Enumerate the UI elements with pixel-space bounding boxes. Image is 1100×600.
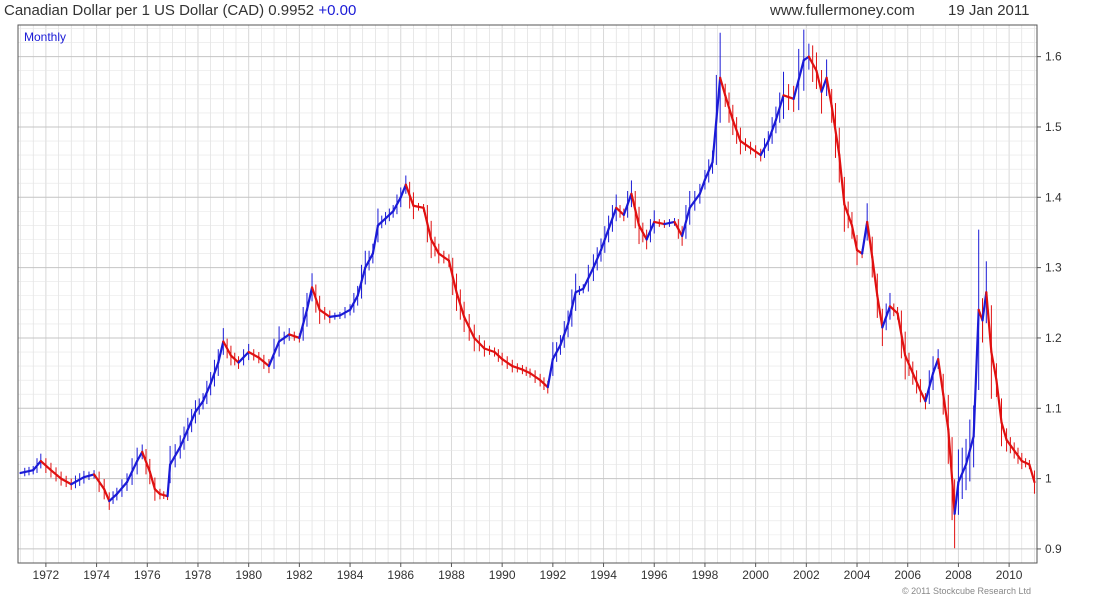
x-tick-label: 1976 [134,568,161,582]
y-tick-label: 1.1 [1045,401,1062,415]
y-tick-label: 1.5 [1045,120,1062,134]
series-segment [399,183,407,199]
y-tick-label: 0.9 [1045,542,1062,556]
x-tick-label: 1972 [33,568,60,582]
y-axis: 1.6 1.5 1.4 1.3 1.2 1.1 1 0.9 [1037,50,1062,556]
x-tick-label: 2006 [894,568,921,582]
x-tick-label: 2010 [996,568,1023,582]
y-tick-label: 1.2 [1045,331,1062,345]
x-tick-label: 1996 [641,568,668,582]
series-segment [953,481,960,515]
series-segment [850,224,859,252]
copyright-notice: © 2011 Stockcube Research Ltd [902,586,1032,596]
series-segment [305,286,314,311]
x-tick-label: 1990 [489,568,516,582]
x-tick-label: 2002 [793,568,820,582]
x-tick-label: 1980 [235,568,262,582]
series-segment [947,428,954,480]
price-chart: Monthly 1972 1974 1976 1978 1980 1982 1984 1986… [17,24,1062,582]
series-segment [876,294,884,329]
y-tick-label: 1 [1045,472,1052,486]
x-tick-label: 1998 [692,568,719,582]
series-segment [136,450,144,463]
series-segment [995,379,1003,424]
x-tick-label: 1982 [286,568,313,582]
series-segment [19,469,35,475]
series-segment [871,255,879,297]
x-tick-label: 1986 [387,568,414,582]
x-tick-label: 2000 [742,568,769,582]
series-segment [1028,463,1036,484]
grid [18,25,1037,564]
y-tick-label: 1.3 [1045,261,1062,275]
x-tick-label: 1984 [337,568,364,582]
series-segment [937,357,945,396]
series-segment [148,470,156,491]
series-segment [719,76,727,97]
y-tick-label: 1.4 [1045,190,1062,204]
series-segment [698,178,707,195]
series-segment [103,488,111,503]
x-tick-label: 1988 [438,568,465,582]
x-tick-label: 2008 [945,568,972,582]
series-segment [919,389,927,403]
period-label: Monthly [24,30,66,44]
series-segment [860,220,869,255]
x-axis: 1972 1974 1976 1978 1980 1982 1984 1986 1988 1990… [33,563,1023,582]
x-tick-label: 1992 [539,568,566,582]
x-tick-label: 1994 [590,568,617,582]
x-tick-label: 1978 [185,568,212,582]
x-tick-label: 2004 [844,568,871,582]
series-segment [1000,421,1008,442]
series-segment [985,291,993,354]
series-segment [972,308,980,438]
series-segment [825,76,833,107]
series-segment [546,357,554,389]
y-tick-label: 1.6 [1045,50,1062,64]
x-tick-label: 1974 [83,568,110,582]
